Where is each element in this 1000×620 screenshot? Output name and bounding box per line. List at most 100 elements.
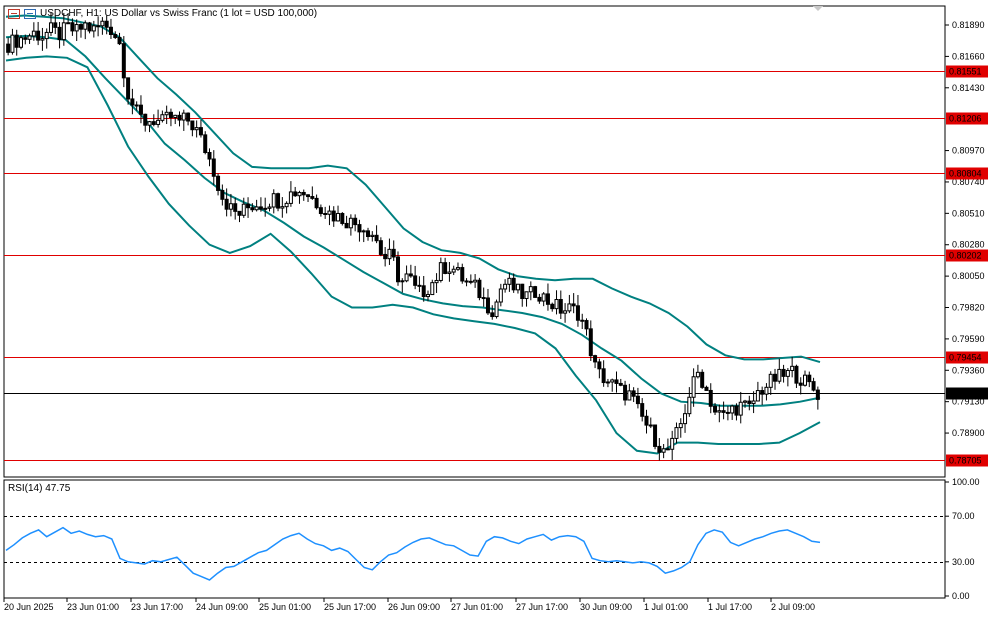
- candle-body: [353, 217, 358, 226]
- price-axis-label: 0.79820: [952, 303, 985, 313]
- candle-body: [258, 206, 263, 210]
- candle-body: [134, 104, 139, 107]
- candle-body: [713, 405, 718, 413]
- time-axis-label: 1 Jul 01:00: [644, 602, 688, 612]
- candle-body: [738, 401, 743, 416]
- candle-body: [108, 26, 113, 35]
- candle-body: [640, 403, 645, 417]
- candle-body: [177, 114, 182, 121]
- candle-body: [96, 25, 101, 28]
- price-panel[interactable]: [3, 5, 946, 478]
- candle-body: [336, 212, 341, 222]
- candle-body: [618, 382, 623, 386]
- candle-body: [610, 379, 615, 383]
- candle-body: [151, 121, 156, 125]
- rsi-axis-label: 30.00: [952, 557, 975, 567]
- candle-body: [554, 299, 559, 310]
- price-level-label: 0.79454: [949, 353, 982, 363]
- rsi-panel[interactable]: [3, 479, 946, 599]
- candle-body: [306, 194, 311, 198]
- candle-body: [14, 34, 19, 48]
- candle-body: [451, 268, 456, 273]
- candle-body: [515, 283, 520, 291]
- candle-body: [271, 193, 276, 208]
- candle-body: [181, 112, 186, 121]
- candle-body: [460, 267, 465, 282]
- candle-body: [31, 30, 36, 37]
- candle-body: [387, 248, 392, 260]
- candle-body: [503, 283, 508, 290]
- candle-body: [485, 297, 490, 314]
- candle-body: [220, 189, 225, 200]
- price-level-label: 0.80202: [949, 251, 982, 261]
- candle-body: [661, 448, 666, 453]
- candle-body: [751, 400, 756, 404]
- candle-body: [811, 381, 816, 391]
- candle-body: [524, 291, 529, 300]
- rsi-axis-label: 100.00: [952, 477, 980, 487]
- candle-body: [254, 206, 259, 211]
- candle-body: [23, 37, 28, 40]
- price-level-label: 0.81551: [949, 67, 982, 77]
- candle-body: [357, 224, 362, 233]
- candle-body: [323, 213, 328, 216]
- candle-body: [434, 279, 439, 284]
- candle-body: [348, 217, 353, 229]
- candle-body: [327, 210, 332, 215]
- candle-body: [164, 111, 169, 116]
- price-axis-label: 0.81430: [952, 83, 985, 93]
- candle-body: [156, 119, 161, 125]
- candle-body: [61, 22, 66, 41]
- candle-body: [216, 175, 221, 191]
- candle-body: [190, 120, 195, 131]
- price-axis-label: 0.80970: [952, 146, 985, 156]
- candle-body: [481, 297, 486, 300]
- candle-body: [70, 22, 75, 32]
- candle-body: [138, 104, 143, 115]
- candle-body: [44, 31, 49, 40]
- candle-body: [280, 206, 285, 209]
- candle-body: [700, 371, 705, 388]
- candle-body: [695, 371, 700, 378]
- candle-body: [807, 374, 812, 383]
- price-level-label: 0.78705: [949, 456, 982, 466]
- chart-window-icon[interactable]: [8, 8, 20, 19]
- candle-body: [374, 234, 379, 242]
- candle-body: [447, 271, 452, 274]
- candle-body: [310, 196, 315, 199]
- candle-body: [464, 280, 469, 283]
- candle-body: [708, 389, 713, 407]
- candle-body: [391, 248, 396, 258]
- candle-body: [704, 386, 709, 391]
- candle-body: [340, 212, 345, 224]
- candle-body: [121, 43, 126, 79]
- symbol-flag-icon[interactable]: [24, 8, 36, 19]
- candle-body: [760, 390, 765, 395]
- time-axis-label: 27 Jun 01:00: [451, 602, 503, 612]
- candle-body: [734, 405, 739, 416]
- candle-body: [198, 127, 203, 136]
- rsi-indicator-label: RSI(14) 47.75: [8, 483, 71, 494]
- candle-body: [10, 34, 15, 53]
- candle-body: [691, 376, 696, 398]
- trading-chart[interactable]: 0.818900.816600.814300.809700.807400.805…: [0, 0, 1000, 620]
- candle-body: [293, 191, 298, 197]
- candle-body: [468, 280, 473, 283]
- candle-body: [785, 369, 790, 377]
- candle-body: [567, 303, 572, 312]
- candle-body: [768, 373, 773, 388]
- candle-body: [588, 328, 593, 357]
- candle-body: [366, 230, 371, 238]
- candle-body: [413, 275, 418, 286]
- candle-body: [803, 374, 808, 386]
- price-level-label: 0.81206: [949, 114, 982, 124]
- candle-body: [533, 286, 538, 298]
- candle-body: [657, 445, 662, 453]
- candle-body: [674, 427, 679, 439]
- candle-body: [593, 355, 598, 363]
- candle-body: [66, 22, 71, 25]
- candle-body: [537, 296, 542, 302]
- candle-body: [438, 262, 443, 281]
- candle-body: [430, 282, 435, 296]
- candle-body: [730, 405, 735, 414]
